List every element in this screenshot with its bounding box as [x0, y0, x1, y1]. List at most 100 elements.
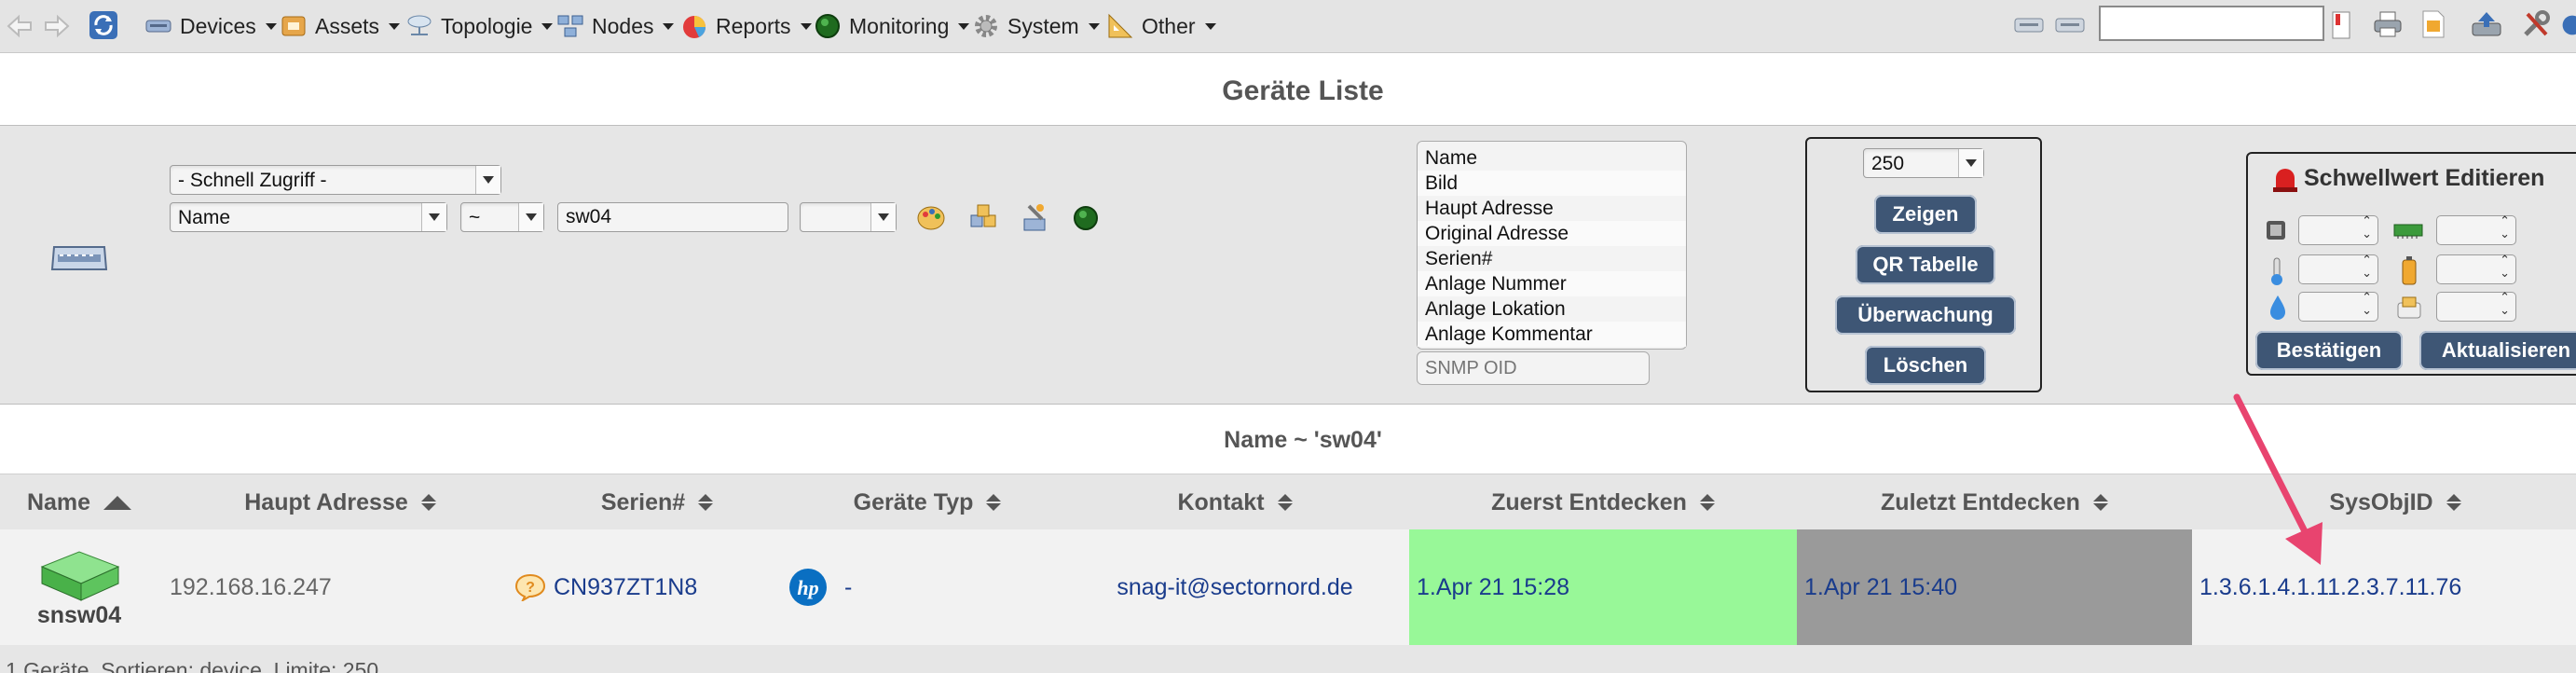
qr-table-button[interactable]: QR Tabelle — [1856, 245, 1995, 284]
menu-system[interactable]: System — [972, 7, 1100, 45]
menu-other[interactable]: Other — [1106, 7, 1216, 45]
drive-icon[interactable] — [2054, 11, 2086, 39]
action-box: 250 Zeigen QR Tabelle Überwachung Lösche… — [1805, 137, 2042, 392]
cpu-icon — [2265, 219, 2289, 243]
sort-icon[interactable] — [420, 494, 436, 511]
column-option[interactable]: Anlage Lokation — [1418, 296, 1686, 322]
column-option[interactable]: Anlage Kommentar — [1418, 322, 1686, 347]
table-row: snsw04 192.168.16.247 ? CN937ZT1N8 hp - … — [0, 529, 2576, 645]
column-header-label: Kontakt — [1177, 488, 1265, 515]
export-icon[interactable] — [2419, 7, 2447, 41]
bookmark-icon[interactable] — [2330, 9, 2352, 41]
refresh-icon[interactable] — [86, 7, 121, 43]
status-dot-icon[interactable] — [1072, 204, 1102, 234]
sort-icon[interactable] — [1277, 494, 1293, 511]
contact-cell: snag-it@sectornord.de — [1062, 529, 1407, 645]
alarm-icon — [2270, 165, 2302, 197]
column-option[interactable]: Name — [1418, 145, 1686, 171]
menu-other-label: Other — [1142, 13, 1196, 38]
column-header-last-seen[interactable]: Zuletzt Entdecken — [1799, 474, 2190, 530]
battery-threshold-input[interactable] — [2436, 254, 2516, 284]
cpu-threshold-input[interactable] — [2298, 214, 2378, 245]
sort-icon[interactable] — [698, 494, 714, 511]
device-type-icon — [48, 240, 114, 277]
monitoring-icon — [815, 14, 840, 38]
column-header-label: Zuletzt Entdecken — [1881, 488, 2080, 515]
column-option[interactable]: Original Adresse — [1418, 221, 1686, 246]
column-option[interactable]: Anlage Nummer — [1418, 271, 1686, 296]
menu-devices[interactable]: Devices — [144, 7, 277, 45]
column-option[interactable]: Haupt Adresse — [1418, 196, 1686, 221]
sort-ascending-icon[interactable] — [103, 495, 132, 510]
filter-operator-select[interactable]: ~ — [460, 202, 544, 232]
column-header-name[interactable]: Name — [0, 474, 158, 530]
first-seen-link[interactable]: 1.Apr 21 15:28 — [1417, 574, 1569, 601]
column-select-list[interactable]: Name Bild Haupt Adresse Original Adresse… — [1417, 141, 1687, 350]
delete-button[interactable]: Löschen — [1865, 346, 1986, 385]
device-type-link[interactable]: - — [844, 574, 852, 601]
question-bubble-icon[interactable]: ? — [514, 573, 546, 601]
menu-nodes[interactable]: Nodes — [556, 7, 675, 45]
contact-link[interactable]: snag-it@sectornord.de — [1117, 574, 1352, 601]
address-cell: 192.168.16.247 — [170, 529, 522, 645]
menu-monitoring[interactable]: Monitoring — [814, 7, 970, 45]
last-seen-link[interactable]: 1.Apr 21 15:40 — [1804, 574, 1957, 601]
quick-access-value: - Schnell Zugriff - — [178, 170, 327, 191]
temperature-threshold-input[interactable] — [2298, 254, 2378, 284]
toner-icon — [2395, 294, 2425, 323]
topology-icon — [407, 15, 432, 35]
update-button[interactable]: Aktualisieren — [2419, 331, 2576, 370]
chevron-down-icon — [1088, 22, 1100, 30]
back-icon[interactable] — [4, 11, 35, 41]
serial-link[interactable]: CN937ZT1N8 — [554, 574, 697, 601]
menu-system-label: System — [1007, 13, 1079, 38]
column-header-label: Haupt Adresse — [244, 488, 408, 515]
thermometer-icon — [2268, 256, 2287, 286]
column-option[interactable]: Bild — [1418, 171, 1686, 196]
sort-icon[interactable] — [2092, 494, 2108, 511]
menu-assets[interactable]: Assets — [280, 7, 401, 45]
menu-reports[interactable]: Reports — [680, 7, 812, 45]
quick-access-select[interactable]: - Schnell Zugriff - — [170, 165, 501, 195]
palette-icon[interactable] — [915, 202, 949, 236]
column-header-first-seen[interactable]: Zuerst Entdecken — [1407, 474, 1799, 530]
print-icon[interactable] — [2371, 7, 2405, 41]
snmp-oid-input[interactable] — [1417, 351, 1650, 385]
drive-icon[interactable] — [2013, 11, 2045, 39]
filter-value-input[interactable]: sw04 — [557, 202, 788, 232]
network-tools-icon[interactable] — [1020, 202, 1053, 236]
chevron-down-icon — [541, 22, 554, 30]
column-header-address[interactable]: Haupt Adresse — [158, 474, 522, 530]
tools-icon[interactable] — [2520, 7, 2552, 41]
menu-reports-label: Reports — [716, 13, 791, 38]
upload-icon[interactable] — [2470, 7, 2503, 41]
filter-field-select[interactable]: Name — [170, 202, 447, 232]
confirm-button[interactable]: Bestätigen — [2255, 331, 2403, 370]
monitoring-button[interactable]: Überwachung — [1835, 295, 2016, 335]
menu-monitoring-label: Monitoring — [849, 13, 950, 38]
limit-select[interactable]: 250 — [1863, 148, 1984, 178]
sort-icon[interactable] — [986, 494, 1002, 511]
hp-logo-icon: hp — [789, 569, 827, 606]
reports-icon — [683, 16, 706, 38]
memory-threshold-input[interactable] — [2436, 214, 2516, 245]
sort-icon[interactable] — [2446, 494, 2461, 511]
column-header-label: Name — [26, 488, 91, 515]
sort-icon[interactable] — [1699, 494, 1715, 511]
menu-topologie[interactable]: Topologie — [405, 7, 554, 45]
forward-icon[interactable] — [41, 11, 73, 41]
toner-threshold-input[interactable] — [2436, 291, 2516, 322]
device-name-cell[interactable]: snsw04 — [0, 529, 158, 645]
column-header-serial[interactable]: Serien# — [522, 474, 792, 530]
address-text: 192.168.16.247 — [170, 573, 332, 600]
column-header-type[interactable]: Geräte Typ — [792, 474, 1062, 530]
column-option[interactable]: Serien# — [1418, 246, 1686, 271]
column-header-contact[interactable]: Kontakt — [1062, 474, 1407, 530]
filter-extra-select[interactable] — [800, 202, 897, 232]
help-icon[interactable] — [2561, 9, 2576, 41]
humidity-threshold-input[interactable] — [2298, 291, 2378, 322]
group-icon[interactable] — [967, 202, 1001, 236]
search-input[interactable] — [2099, 6, 2324, 41]
battery-icon — [2401, 256, 2419, 286]
show-button[interactable]: Zeigen — [1874, 195, 1977, 234]
